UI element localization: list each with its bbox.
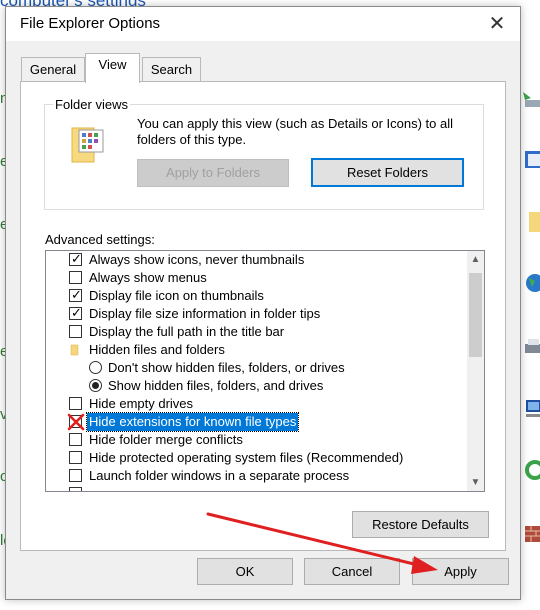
list-item-label: Display file icon on thumbnails — [89, 288, 264, 303]
list-item[interactable]: Launch folder windows in a separate proc… — [46, 467, 464, 485]
tab-view[interactable]: View — [85, 53, 140, 83]
scrollbar-thumb[interactable] — [469, 273, 482, 357]
list-item[interactable]: ✓ Display file icon on thumbnails — [46, 287, 464, 305]
list-item[interactable]: Don't show hidden files, folders, or dri… — [46, 359, 464, 377]
list-item[interactable]: Hide empty drives — [46, 395, 464, 413]
list-item[interactable]: Display the full path in the title bar — [46, 323, 464, 341]
folder-views-description: You can apply this view (such as Details… — [137, 116, 454, 147]
folder-views-group: Folder views You can apply this view (su… — [44, 97, 484, 210]
advanced-settings-label: Advanced settings: — [45, 232, 155, 247]
list-item-label: Hidden files and folders — [89, 342, 225, 357]
radio-dot-icon — [92, 382, 99, 389]
advanced-settings-list[interactable]: ✓ Always show icons, never thumbnails Al… — [45, 250, 485, 492]
list-item-label: Launch folder windows in a separate proc… — [89, 468, 350, 483]
radio-button[interactable] — [89, 379, 102, 392]
printer-icon — [525, 339, 540, 353]
scroll-down-icon[interactable]: ▼ — [467, 474, 484, 491]
computer-icon — [526, 400, 540, 417]
folder-view-icon — [71, 127, 104, 163]
list-item-partial[interactable] — [46, 485, 464, 491]
tab-label: View — [98, 57, 127, 72]
window-icon — [525, 151, 540, 168]
checkbox[interactable] — [69, 487, 82, 491]
firewall-icon — [525, 526, 540, 542]
checkbox[interactable] — [69, 271, 82, 284]
list-item-label: Always show menus — [89, 270, 207, 285]
checkbox[interactable] — [69, 469, 82, 482]
checkbox[interactable]: ✓ — [69, 251, 82, 266]
checkbox[interactable] — [69, 325, 82, 338]
tab-search[interactable]: Search — [142, 57, 201, 82]
list-item[interactable]: Always show menus — [46, 269, 464, 287]
list-item-label: Hide protected operating system files (R… — [89, 450, 404, 465]
list-item-label: Don't show hidden files, folders, or dri… — [108, 360, 345, 375]
checkmark-icon: ✓ — [71, 251, 82, 266]
checkbox[interactable] — [69, 433, 82, 446]
list-item-label: Display file size information in folder … — [89, 306, 321, 321]
list-item-selected[interactable]: Hide extensions for known file types — [46, 412, 464, 432]
list-item-label: Hide empty drives — [89, 396, 194, 411]
checkbox[interactable] — [69, 451, 82, 464]
checkbox[interactable] — [69, 397, 82, 410]
list-item-label: Show hidden files, folders, and drives — [108, 378, 324, 393]
sync-icon — [525, 460, 540, 480]
reset-folders-button[interactable]: Reset Folders — [311, 158, 464, 187]
list-item[interactable]: Hide protected operating system files (R… — [46, 449, 464, 467]
list-item: Hidden files and folders — [46, 341, 464, 359]
drive-icon — [523, 92, 540, 107]
folder-icon — [529, 212, 540, 232]
cancel-button[interactable]: Cancel — [304, 558, 400, 585]
apply-button[interactable]: Apply — [412, 558, 509, 585]
list-item-label: Hide extensions for known file types — [85, 412, 300, 432]
scroll-up-icon[interactable]: ▲ — [467, 251, 484, 268]
tab-label: General — [29, 62, 77, 77]
globe-icon — [526, 274, 540, 292]
folder-icon — [70, 344, 79, 356]
title-bar: File Explorer Options ✕ — [6, 7, 520, 41]
list-item[interactable]: ✓ Always show icons, never thumbnails — [46, 251, 464, 269]
list-item[interactable]: ✓ Display file size information in folde… — [46, 305, 464, 323]
tab-label: Search — [150, 62, 193, 77]
list-item[interactable]: Show hidden files, folders, and drives — [46, 377, 464, 395]
list-scrollbar[interactable]: ▲ ▼ — [467, 251, 484, 491]
checkmark-icon: ✓ — [71, 305, 82, 320]
list-item-label: Hide folder merge conflicts — [89, 432, 243, 447]
view-tab-panel: Folder views You can apply this view (su… — [20, 81, 506, 551]
folder-views-legend: Folder views — [53, 97, 130, 112]
apply-to-folders-button[interactable]: Apply to Folders — [137, 159, 289, 187]
restore-defaults-button[interactable]: Restore Defaults — [352, 511, 489, 538]
ok-button[interactable]: OK — [197, 558, 293, 585]
list-item-label: Always show icons, never thumbnails — [89, 252, 305, 267]
dialog-title: File Explorer Options — [20, 15, 161, 32]
close-icon[interactable]: ✕ — [482, 11, 512, 37]
checkbox[interactable]: ✓ — [69, 305, 82, 320]
red-x-annotation-icon — [67, 413, 85, 431]
file-explorer-options-dialog: File Explorer Options ✕ General View Sea… — [5, 6, 521, 600]
radio-button[interactable] — [89, 361, 102, 374]
checkbox[interactable]: ✓ — [69, 287, 82, 302]
list-item[interactable]: Hide folder merge conflicts — [46, 431, 464, 449]
tab-general[interactable]: General — [21, 57, 85, 82]
checkmark-icon: ✓ — [71, 287, 82, 302]
list-item-label: Display the full path in the title bar — [89, 324, 285, 339]
